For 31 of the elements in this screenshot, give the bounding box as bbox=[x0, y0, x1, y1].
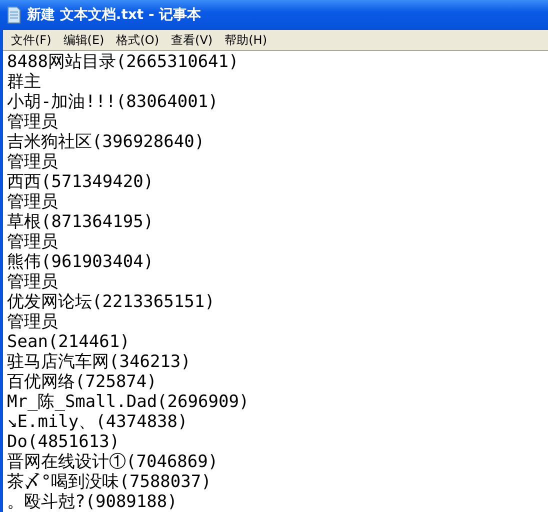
text-line: 茶〆°喝到没味(7588037) bbox=[7, 472, 212, 492]
text-line: 晋网在线设计①(7046869) bbox=[7, 452, 220, 472]
text-line: 熊伟(961903404) bbox=[7, 252, 155, 272]
text-line: 管理员 bbox=[7, 232, 59, 252]
text-line: Mr_陈_Small.Dad(2696909) bbox=[7, 392, 250, 412]
text-line: 驻马店汽车网(346213) bbox=[7, 352, 192, 372]
text-line: 群主 bbox=[7, 72, 42, 92]
text-line: 管理员 bbox=[7, 312, 59, 332]
text-line: 管理员 bbox=[7, 112, 59, 132]
text-line: 吉米狗社区(396928640) bbox=[7, 132, 206, 152]
menu-item[interactable]: 编辑(E) bbox=[59, 32, 108, 48]
text-area[interactable] bbox=[3, 51, 548, 512]
text-line: 8488网站目录(2665310641) bbox=[7, 52, 240, 72]
text-line: 草根(871364195) bbox=[7, 212, 155, 232]
text-line: Sean(214461) bbox=[7, 332, 131, 352]
text-line: 。殴斗尅?(9089188) bbox=[7, 492, 178, 512]
menu-item[interactable]: 帮助(H) bbox=[220, 32, 271, 48]
text-line: 管理员 bbox=[7, 152, 59, 172]
text-line: 管理员 bbox=[7, 192, 59, 212]
text-line: 西西(571349420) bbox=[7, 172, 155, 192]
menu-item[interactable]: 格式(O) bbox=[112, 32, 164, 48]
text-line: Do(4851613) bbox=[7, 432, 121, 452]
menu-item[interactable]: 文件(F) bbox=[7, 32, 56, 48]
text-line: 小胡-加油!!!(83064001) bbox=[7, 92, 220, 112]
notepad-icon bbox=[7, 6, 21, 24]
menu-item[interactable]: 查看(V) bbox=[167, 32, 217, 48]
text-line: ↘E.mily、(4374838) bbox=[7, 412, 189, 432]
text-line: 百优网络(725874) bbox=[7, 372, 158, 392]
text-line: 优发网论坛(2213365151) bbox=[7, 292, 216, 312]
text-line: 管理员 bbox=[7, 272, 58, 292]
window-title: 新建 文本文档.txt - 记事本 bbox=[27, 6, 202, 24]
